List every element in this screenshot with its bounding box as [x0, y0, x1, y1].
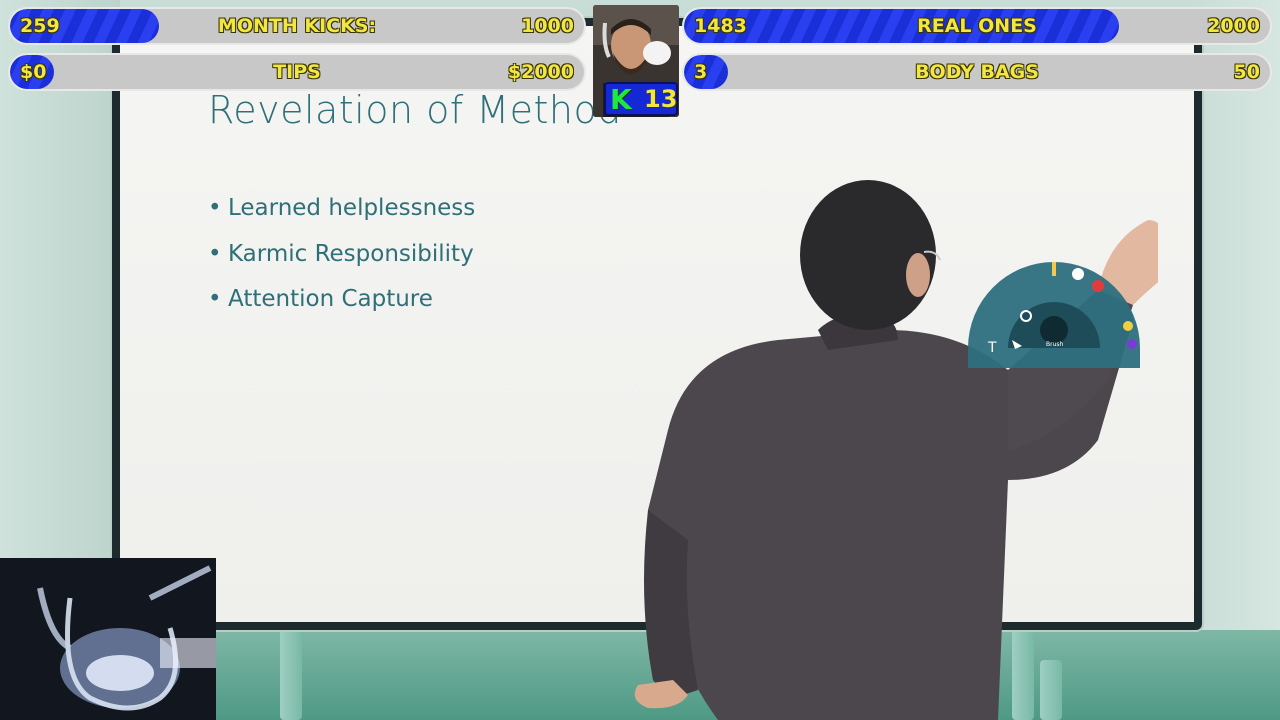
radial-tool-menu[interactable]: T Brush	[968, 256, 1140, 368]
bullet-dot-icon: •	[208, 195, 222, 221]
bullet-text: Attention Capture	[228, 286, 433, 312]
stat-bar-tips: TIPS $0 $2000	[8, 53, 586, 91]
slide-title: Revelation of Method	[208, 88, 622, 132]
pen-icon[interactable]	[1052, 262, 1056, 276]
bullet-text: Learned helplessness	[228, 195, 476, 221]
stat-bar-value: 259	[20, 15, 60, 37]
stream-scene: Revelation of Method • Learned helplessne…	[0, 0, 1280, 720]
secondary-camera-feed	[0, 558, 216, 720]
bullet-dot-icon: •	[208, 240, 222, 267]
color-purple-swatch[interactable]	[1127, 339, 1137, 349]
board-stand-leg	[280, 620, 302, 720]
stat-bar-real-ones: REAL ONES 1483 2000	[682, 7, 1272, 45]
stat-bar-label: REAL ONES	[917, 15, 1037, 37]
kick-logo-icon: K	[610, 83, 632, 116]
stat-bar-month-kicks: MONTH KICKS: 259 1000	[8, 7, 586, 45]
slide-bullet: • Attention Capture	[208, 277, 475, 323]
brush-icon[interactable]: Brush	[1046, 341, 1064, 348]
text-tool-icon[interactable]: T	[987, 340, 997, 356]
stat-bar-goal: 50	[1233, 61, 1260, 83]
color-yellow-swatch[interactable]	[1123, 321, 1133, 331]
slide-bullet: • Karmic Responsibility	[208, 232, 475, 278]
bullet-text: Karmic Responsibility	[228, 240, 474, 267]
stat-bar-value: 3	[694, 61, 708, 83]
color-red-swatch[interactable]	[1092, 280, 1104, 292]
bullet-dot-icon: •	[208, 286, 222, 312]
stat-bar-label: MONTH KICKS:	[217, 15, 377, 37]
color-white-swatch[interactable]	[1072, 268, 1084, 280]
stat-bar-goal: 2000	[1207, 15, 1260, 37]
kick-count-value: 13	[644, 85, 678, 113]
stat-bar-goal: $2000	[507, 61, 574, 83]
stat-bar-body-bags: BODY BAGS 3 50	[682, 53, 1272, 91]
stat-bar-label: BODY BAGS	[915, 61, 1039, 83]
kick-count-badge: K 13	[604, 82, 678, 116]
classroom-wall-right	[1190, 0, 1280, 720]
slide-bullet-list: • Learned helplessness • Karmic Responsibi…	[208, 186, 475, 323]
stat-bar-goal: 1000	[521, 15, 574, 37]
stat-bar-value: 1483	[694, 15, 747, 37]
stat-bar-value: $0	[20, 61, 47, 83]
slide-bullet: • Learned helplessness	[208, 186, 475, 232]
stat-bar-label: TIPS	[273, 61, 321, 83]
